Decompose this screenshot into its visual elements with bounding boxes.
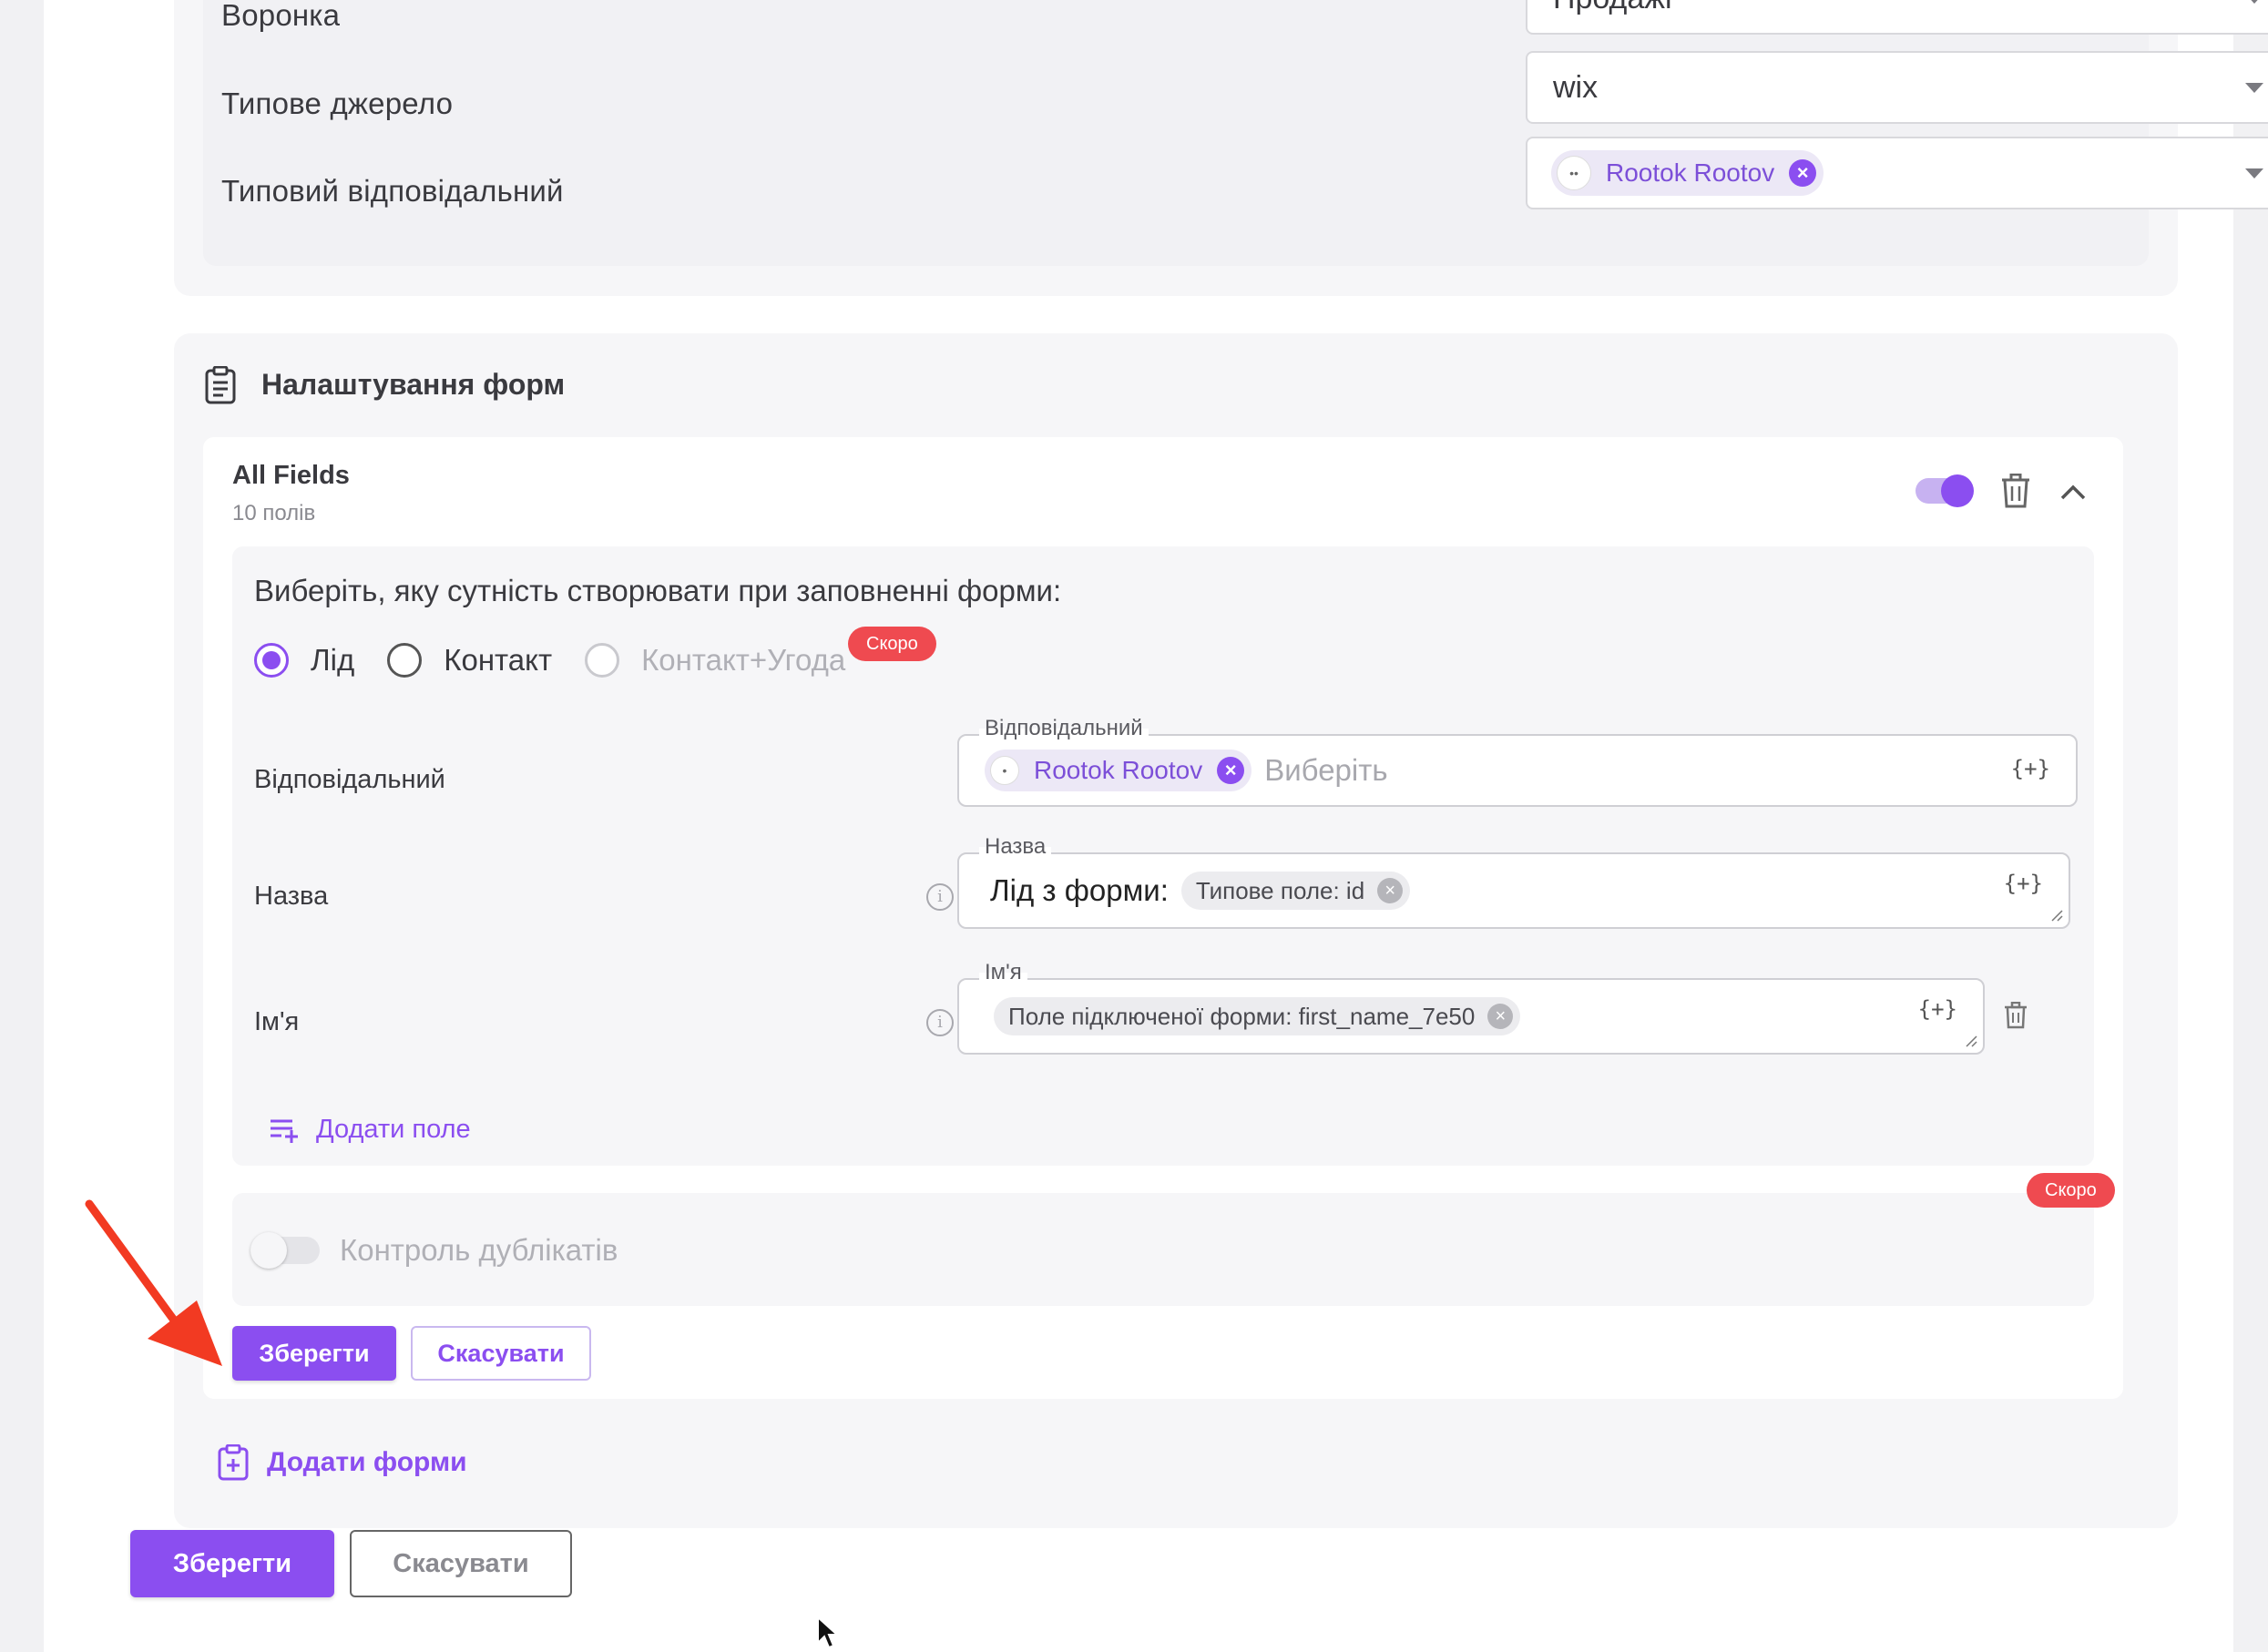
responsible-field[interactable]: Відповідальний • Rootok Rootov × Виберіт… (957, 716, 2078, 807)
form-save-button[interactable]: Зберегти (232, 1326, 396, 1381)
responsible-placeholder: Виберіть (1264, 753, 1388, 787)
entity-question: Виберіть, яку сутність створювати при за… (254, 574, 1062, 607)
insert-variable-button[interactable]: {+} (2011, 756, 2050, 781)
radio-contact[interactable] (387, 643, 423, 678)
funnel-label: Воронка (221, 0, 341, 32)
chevron-down-icon (2245, 168, 2263, 178)
user-chip: •• Rootok Rootov × (1551, 150, 1824, 196)
clipboard-icon (205, 366, 236, 404)
user-chip-label: Rootok Rootov (1606, 158, 1775, 187)
radio-contact-deal-label: Контакт+Угода (641, 643, 846, 677)
name-prefix-text: Лід з форми: (990, 873, 1169, 907)
variable-tag: Поле підключеної форми: first_name_7e50 … (994, 997, 1521, 1035)
form-config-panel: Виберіть, яку сутність створювати при за… (232, 546, 2094, 1166)
chevron-down-icon (2245, 0, 2263, 4)
general-settings-inner: Воронка Продажі Типове джерело wix Типов… (203, 0, 2268, 266)
radio-contact-deal (585, 643, 620, 678)
duplicate-control-label: Контроль дублікатів (340, 1233, 618, 1267)
insert-variable-button[interactable]: {+} (2004, 871, 2043, 896)
info-icon[interactable]: i (926, 883, 954, 911)
avatar: •• (1557, 156, 1591, 190)
form-name: All Fields (232, 461, 350, 490)
responsible-row-label: Відповідальний (254, 765, 445, 794)
default-responsible-label: Типовий відповідальний (221, 174, 564, 208)
add-field-label: Додати поле (316, 1115, 471, 1144)
source-select[interactable]: wix (1526, 51, 2268, 124)
form-field-count: 10 полів (232, 501, 316, 525)
avatar: • (990, 756, 1019, 785)
soon-badge: Скоро (848, 627, 936, 661)
variable-tag: Типове поле: id × (1180, 872, 1411, 910)
responsible-legend: Відповідальний (979, 716, 1149, 741)
radio-contact-label[interactable]: Контакт (444, 643, 552, 678)
radio-lead-label[interactable]: Лід (311, 643, 354, 678)
page-content: Воронка Продажі Типове джерело wix Типов… (44, 0, 2268, 1652)
general-settings-card: Воронка Продажі Типове джерело wix Типов… (174, 0, 2268, 296)
default-responsible-select[interactable]: •• Rootok Rootov × (1526, 137, 2268, 209)
radio-lead[interactable] (254, 643, 289, 678)
remove-chip-icon[interactable]: × (1217, 757, 1245, 784)
first-name-row-label: Ім'я (254, 1007, 300, 1036)
form-cancel-button[interactable]: Скасувати (411, 1326, 591, 1381)
soon-badge: Скоро (2027, 1173, 2115, 1208)
entity-radio-group: Лід Контакт Контакт+Угода (254, 643, 878, 678)
source-value: wix (1553, 69, 1599, 105)
save-button[interactable]: Зберегти (130, 1530, 334, 1597)
section-title: Налаштування форм (261, 368, 566, 401)
funnel-value: Продажі (1553, 0, 1672, 16)
remove-tag-icon[interactable]: × (1487, 1004, 1514, 1029)
form-card: All Fields 10 полів Виберіть, яку сутніс… (203, 437, 2123, 1399)
name-row-label: Назва (254, 882, 329, 911)
source-label: Типове джерело (221, 87, 454, 120)
remove-tag-icon[interactable]: × (1377, 878, 1404, 903)
cancel-button[interactable]: Скасувати (350, 1530, 572, 1597)
duplicate-control-toggle (250, 1232, 320, 1269)
trash-icon[interactable] (2003, 1002, 2028, 1029)
user-chip-label: Rootok Rootov (1034, 756, 1203, 784)
name-field[interactable]: Назва Лід з форми: Типове поле: id × {+} (957, 834, 2070, 929)
forms-settings-card: Налаштування форм All Fields 10 полів Ви… (174, 333, 2178, 1528)
funnel-select[interactable]: Продажі (1526, 0, 2268, 35)
add-forms-label: Додати форми (267, 1447, 467, 1477)
mouse-cursor-icon (817, 1616, 840, 1649)
add-forms-button[interactable]: Додати форми (218, 1444, 467, 1481)
resize-handle-icon[interactable] (1965, 1035, 1977, 1047)
info-icon[interactable]: i (926, 1009, 954, 1036)
trash-icon[interactable] (2000, 474, 2031, 508)
name-legend: Назва (979, 834, 1052, 860)
chevron-up-icon[interactable] (2059, 483, 2087, 501)
chevron-down-icon (2245, 83, 2263, 93)
resize-handle-icon[interactable] (2050, 909, 2063, 922)
first-name-legend: Ім'я (979, 960, 1027, 985)
duplicate-control-panel: Контроль дублікатів (232, 1193, 2094, 1306)
variable-tag-label: Типове поле: id (1195, 876, 1365, 904)
clipboard-plus-icon (218, 1444, 249, 1481)
form-enabled-toggle[interactable] (1916, 474, 1974, 507)
remove-chip-icon[interactable]: × (1789, 159, 1817, 187)
first-name-field[interactable]: Ім'я Поле підключеної форми: first_name_… (957, 960, 1985, 1055)
user-chip: • Rootok Rootov × (985, 750, 1252, 791)
insert-variable-button[interactable]: {+} (1918, 996, 1957, 1022)
add-list-icon (271, 1119, 298, 1143)
add-field-button[interactable]: Додати поле (269, 1115, 471, 1145)
annotation-arrow-icon (85, 1199, 222, 1366)
variable-tag-label: Поле підключеної форми: first_name_7e50 (1008, 1002, 1476, 1030)
